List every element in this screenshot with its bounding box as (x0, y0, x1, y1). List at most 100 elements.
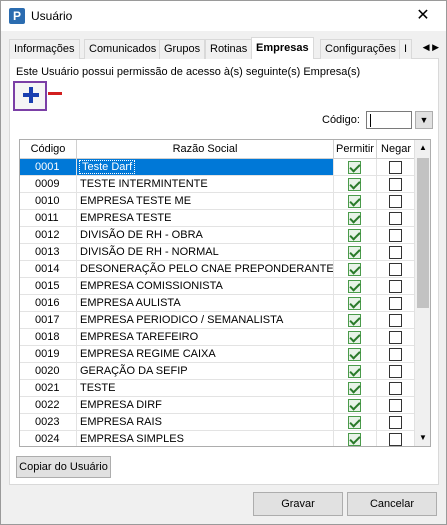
permitir-checkbox[interactable] (348, 178, 361, 191)
permitir-checkbox[interactable] (348, 195, 361, 208)
negar-checkbox[interactable] (389, 229, 402, 242)
negar-checkbox[interactable] (389, 161, 402, 174)
negar-checkbox[interactable] (389, 246, 402, 259)
permitir-checkbox[interactable] (348, 212, 361, 225)
cell-razao-social[interactable]: DESONERAÇÃO PELO CNAE PREPONDERANTE (77, 261, 334, 278)
cell-razao-social[interactable]: GERAÇÃO DA SEFIP (77, 363, 334, 380)
cell-codigo[interactable]: 0014 (20, 261, 77, 278)
cell-codigo[interactable]: 0015 (20, 278, 77, 295)
table-row[interactable]: 0011 EMPRESA TESTE (20, 210, 416, 227)
tab-rotinas[interactable]: Rotinas (205, 39, 253, 59)
permitir-checkbox[interactable] (348, 263, 361, 276)
cell-codigo[interactable]: 0021 (20, 380, 77, 397)
permitir-checkbox[interactable] (348, 365, 361, 378)
negar-checkbox[interactable] (389, 195, 402, 208)
cell-codigo[interactable]: 0012 (20, 227, 77, 244)
tab-empresas[interactable]: Empresas (251, 37, 314, 60)
table-row[interactable]: 0016 EMPRESA AULISTA (20, 295, 416, 312)
remove-company-button[interactable] (46, 90, 64, 100)
codigo-dropdown-button[interactable]: ▼ (415, 111, 433, 129)
cell-razao-social[interactable]: EMPRESA TESTE (77, 210, 334, 227)
col-header-razao-social[interactable]: Razão Social (77, 140, 334, 159)
negar-checkbox[interactable] (389, 212, 402, 225)
cell-razao-social[interactable]: EMPRESA SIMPLES (77, 431, 334, 446)
cell-codigo[interactable]: 0016 (20, 295, 77, 312)
permitir-checkbox[interactable] (348, 331, 361, 344)
table-row[interactable]: 0024 EMPRESA SIMPLES (20, 431, 416, 446)
negar-checkbox[interactable] (389, 382, 402, 395)
cell-razao-social[interactable]: EMPRESA TESTE ME (77, 193, 334, 210)
cell-razao-social[interactable]: TESTE (77, 380, 334, 397)
cell-codigo[interactable]: 0010 (20, 193, 77, 210)
negar-checkbox[interactable] (389, 433, 402, 446)
cell-razao-social[interactable]: Teste Darf (77, 159, 334, 176)
table-row[interactable]: 0020 GERAÇÃO DA SEFIP (20, 363, 416, 380)
permitir-checkbox[interactable] (348, 433, 361, 446)
cell-codigo[interactable]: 0020 (20, 363, 77, 380)
copy-from-user-button[interactable]: Copiar do Usuário (16, 456, 111, 478)
table-row[interactable]: 0018 EMPRESA TAREFEIRO (20, 329, 416, 346)
permitir-checkbox[interactable] (348, 382, 361, 395)
permitir-checkbox[interactable] (348, 399, 361, 412)
cell-codigo[interactable]: 0001 (20, 159, 77, 176)
tab-grupos[interactable]: Grupos (159, 39, 206, 59)
negar-checkbox[interactable] (389, 263, 402, 276)
cell-codigo[interactable]: 0019 (20, 346, 77, 363)
tab-comunicados[interactable]: Comunicados (84, 39, 162, 59)
table-row[interactable]: 0012 DIVISÃO DE RH - OBRA (20, 227, 416, 244)
negar-checkbox[interactable] (389, 399, 402, 412)
table-row[interactable]: 0017 EMPRESA PERIODICO / SEMANALISTA (20, 312, 416, 329)
cell-codigo[interactable]: 0013 (20, 244, 77, 261)
negar-checkbox[interactable] (389, 314, 402, 327)
grid-scrollbar[interactable]: ▲ ▼ (414, 140, 430, 446)
cell-razao-social[interactable]: EMPRESA TAREFEIRO (77, 329, 334, 346)
tab-informacoes[interactable]: Informações (9, 39, 80, 59)
negar-checkbox[interactable] (389, 280, 402, 293)
permitir-checkbox[interactable] (348, 416, 361, 429)
tab-scroll-left-icon[interactable]: ◀ (423, 42, 430, 52)
permitir-checkbox[interactable] (348, 297, 361, 310)
permitir-checkbox[interactable] (348, 348, 361, 361)
close-button[interactable]: ✕ (400, 1, 446, 31)
permitir-checkbox[interactable] (348, 314, 361, 327)
tab-scroll-arrows[interactable]: ◀ ▶ (413, 39, 439, 55)
table-row[interactable]: 0013 DIVISÃO DE RH - NORMAL (20, 244, 416, 261)
cell-codigo[interactable]: 0017 (20, 312, 77, 329)
negar-checkbox[interactable] (389, 178, 402, 191)
cell-codigo[interactable]: 0011 (20, 210, 77, 227)
cell-razao-social[interactable]: TESTE INTERMINTENTE (77, 176, 334, 193)
cell-codigo[interactable]: 0023 (20, 414, 77, 431)
cell-codigo[interactable]: 0009 (20, 176, 77, 193)
cell-razao-social[interactable]: DIVISÃO DE RH - OBRA (77, 227, 334, 244)
cell-razao-social[interactable]: EMPRESA COMISSIONISTA (77, 278, 334, 295)
cell-razao-social[interactable]: EMPRESA REGIME CAIXA (77, 346, 334, 363)
table-row[interactable]: 0014 DESONERAÇÃO PELO CNAE PREPONDERANTE (20, 261, 416, 278)
col-header-negar[interactable]: Negar (377, 140, 416, 159)
table-row[interactable]: 0022 EMPRESA DIRF (20, 397, 416, 414)
cancelar-button[interactable]: Cancelar (347, 492, 437, 516)
add-company-button[interactable] (13, 81, 47, 111)
cell-codigo[interactable]: 0022 (20, 397, 77, 414)
negar-checkbox[interactable] (389, 348, 402, 361)
negar-checkbox[interactable] (389, 416, 402, 429)
table-row[interactable]: 0021 TESTE (20, 380, 416, 397)
cell-razao-social[interactable]: EMPRESA DIRF (77, 397, 334, 414)
permitir-checkbox[interactable] (348, 229, 361, 242)
cell-codigo[interactable]: 0024 (20, 431, 77, 446)
permitir-checkbox[interactable] (348, 161, 361, 174)
permitir-checkbox[interactable] (348, 280, 361, 293)
cell-razao-social[interactable]: EMPRESA AULISTA (77, 295, 334, 312)
negar-checkbox[interactable] (389, 365, 402, 378)
col-header-codigo[interactable]: Código (20, 140, 77, 159)
scroll-down-icon[interactable]: ▼ (415, 430, 430, 446)
tab-configuracoes[interactable]: Configurações (320, 39, 401, 59)
col-header-permitir[interactable]: Permitir (334, 140, 377, 159)
scroll-up-icon[interactable]: ▲ (415, 140, 430, 156)
cell-razao-social[interactable]: EMPRESA RAIS (77, 414, 334, 431)
table-row[interactable]: 0001 Teste Darf (20, 159, 416, 176)
tab-overflow[interactable]: I (399, 39, 413, 59)
cell-razao-social[interactable]: DIVISÃO DE RH - NORMAL (77, 244, 334, 261)
tab-scroll-right-icon[interactable]: ▶ (432, 42, 439, 52)
cell-codigo[interactable]: 0018 (20, 329, 77, 346)
gravar-button[interactable]: Gravar (253, 492, 343, 516)
